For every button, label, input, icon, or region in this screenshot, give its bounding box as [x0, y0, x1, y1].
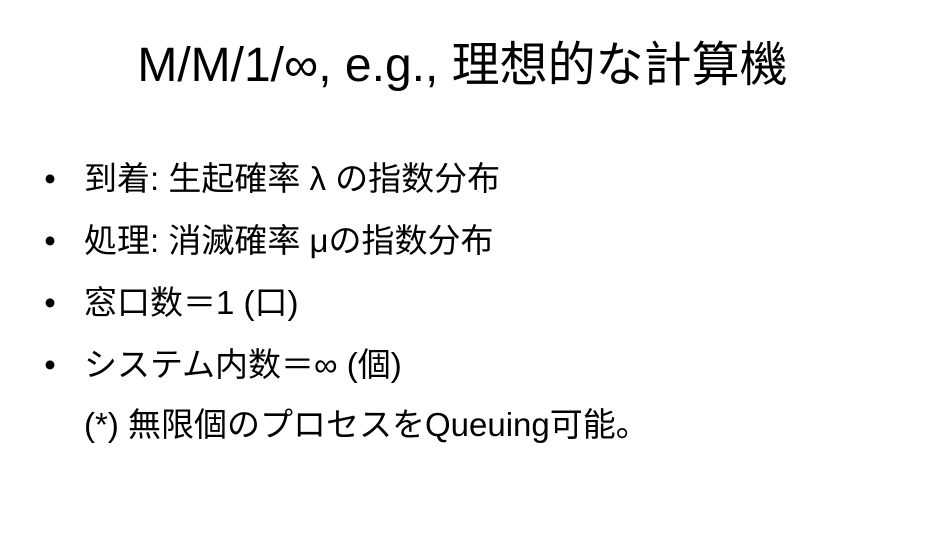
bullet-dot: •: [44, 284, 56, 321]
bullet-dot: •: [44, 346, 56, 383]
bullet-text-arrival: 到着: 生起確率 λ の指数分布: [84, 160, 501, 197]
bullet-dot: •: [44, 222, 56, 259]
bullet-text-capacity: システム内数＝∞ (個): [84, 346, 402, 383]
bullet-dot: •: [44, 160, 56, 197]
slide-title: M/M/1/∞, e.g., 理想的な計算機: [137, 39, 788, 92]
bullet-text-service: 処理: 消滅確率 μの指数分布: [84, 222, 494, 259]
slide: M/M/1/∞, e.g., 理想的な計算機 • 到着: 生起確率 λ の指数分…: [0, 0, 925, 539]
bullet-text-servers: 窓口数＝1 (口): [84, 284, 299, 321]
footnote: (*) 無限個のプロセスをQueuing可能。: [84, 406, 649, 443]
